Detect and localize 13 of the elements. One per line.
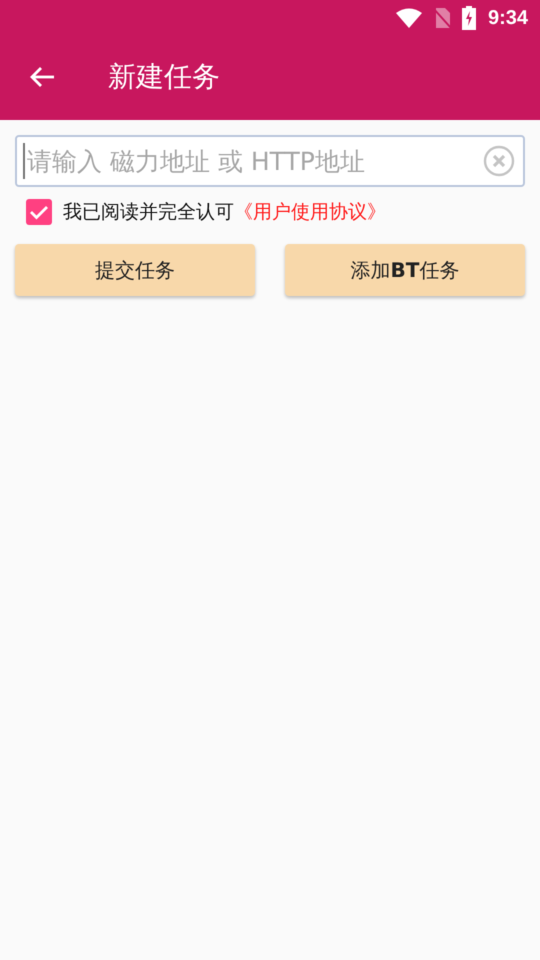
agreement-text: 我已阅读并完全认可《用户使用协议》 bbox=[63, 200, 386, 225]
agreement-link[interactable]: 《用户使用协议》 bbox=[234, 201, 386, 223]
wifi-icon bbox=[396, 8, 422, 28]
task-button[interactable]: 添加BT任务 bbox=[285, 244, 525, 296]
agreement-checkbox[interactable] bbox=[26, 199, 52, 225]
task-button[interactable]: 提交任务 bbox=[15, 244, 255, 296]
screen-title: 新建任务 bbox=[108, 59, 220, 95]
status-time: 9:34 bbox=[488, 6, 528, 30]
back-arrow-icon[interactable] bbox=[29, 65, 55, 89]
check-icon bbox=[29, 204, 49, 220]
clear-icon[interactable] bbox=[483, 145, 515, 177]
battery-charging-icon bbox=[462, 6, 476, 30]
address-field[interactable]: 请输入 磁力地址 或 HTTP地址 bbox=[15, 135, 525, 187]
